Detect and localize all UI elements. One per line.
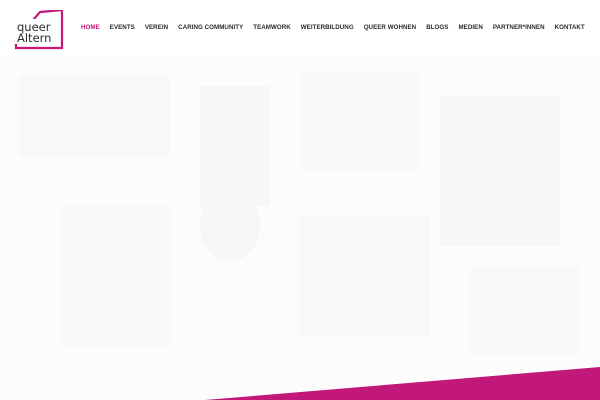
logo[interactable]: queer Altern — [14, 10, 64, 50]
logo-text-altern: Altern — [17, 31, 52, 45]
main-navigation: HOME EVENTS VEREIN CARING COMMUNITY TEAM… — [76, 20, 590, 34]
nav-item-blogs[interactable]: BLOGS — [421, 24, 453, 31]
accent-band — [205, 367, 600, 400]
nav-item-teamwork[interactable]: TEAMWORK — [248, 24, 296, 31]
nav-item-caring-community[interactable]: CARING COMMUNITY — [173, 24, 248, 31]
nav-item-kontakt[interactable]: KONTAKT — [550, 24, 590, 31]
nav-item-verein[interactable]: VEREIN — [140, 24, 173, 31]
hero-image — [0, 56, 600, 400]
site-header: queer Altern HOME EVENTS VEREIN CARING C… — [0, 0, 600, 56]
nav-item-partner-innen[interactable]: PARTNER*INNEN — [488, 24, 550, 31]
nav-item-events[interactable]: EVENTS — [105, 24, 140, 31]
nav-item-medien[interactable]: MEDIEN — [453, 24, 487, 31]
nav-item-home[interactable]: HOME — [76, 24, 105, 31]
nav-item-weiterbildung[interactable]: WEITERBILDUNG — [296, 24, 359, 31]
nav-item-queer-wohnen[interactable]: QUEER WOHNEN — [359, 24, 422, 31]
